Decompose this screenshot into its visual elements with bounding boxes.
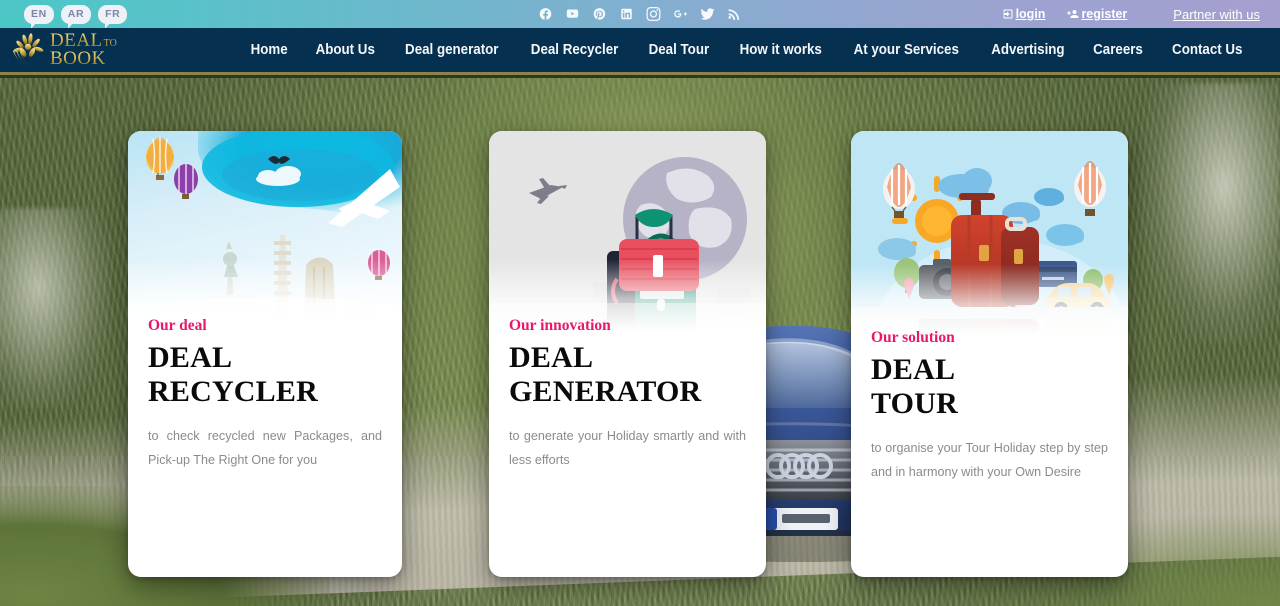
instagram-icon[interactable] xyxy=(646,7,661,21)
main-navigation-bar: DEAL TO BOOK Home About Us Deal generator… xyxy=(0,28,1280,75)
card-eyebrow: Our innovation xyxy=(509,317,611,334)
language-switcher: EN AR FR xyxy=(0,4,128,29)
card-description: to generate your Holiday smartly and wit… xyxy=(509,429,746,467)
lang-button-en[interactable]: EN xyxy=(24,4,54,29)
card-description: to organise your Tour Holiday step by st… xyxy=(871,441,1108,479)
top-utility-bar: EN AR FR login register Partner with us xyxy=(0,0,1280,29)
logo-wordmark: DEAL TO BOOK xyxy=(50,32,117,68)
card-title-line1: DEAL xyxy=(148,341,233,374)
card-eyebrow: Our deal xyxy=(148,317,207,334)
nav-item-deal-tour[interactable]: Deal Tour xyxy=(638,42,721,58)
feature-cards: Our deal DEAL RECYCLER to check recycled… xyxy=(0,78,1280,606)
nav-item-careers[interactable]: Careers xyxy=(1083,42,1155,58)
card-image-deal-recycler xyxy=(128,131,402,331)
page-root: EN AR FR login register Partner with us … xyxy=(0,0,1280,606)
nav-menu: Home About Us Deal generator Deal Recycl… xyxy=(237,42,1280,58)
facebook-icon[interactable] xyxy=(539,7,553,21)
card-image-deal-tour xyxy=(851,131,1128,336)
nav-item-deal-generator[interactable]: Deal generator xyxy=(394,42,510,58)
card-title: DEAL GENERATOR xyxy=(509,341,746,409)
social-links xyxy=(539,7,742,21)
card-title: DEAL TOUR xyxy=(871,353,1108,421)
card-body-deal-generator: Our innovation DEAL GENERATOR to generat… xyxy=(489,317,766,472)
card-deal-tour[interactable]: Our solution DEAL TOUR to organise your … xyxy=(851,131,1128,577)
card-title-line1: DEAL xyxy=(509,341,594,374)
nav-item-advertising[interactable]: Advertising xyxy=(980,42,1075,58)
logo-line2: BOOK xyxy=(50,49,117,68)
card-title-line2: GENERATOR xyxy=(509,375,702,409)
partner-with-us-link[interactable]: Partner with us xyxy=(1173,7,1260,22)
lang-button-ar[interactable]: AR xyxy=(60,4,92,29)
register-label: register xyxy=(1081,7,1128,21)
login-link[interactable]: login xyxy=(1002,7,1046,21)
register-link[interactable]: register xyxy=(1067,7,1127,21)
card-title-line1: DEAL xyxy=(871,353,956,386)
register-icon xyxy=(1067,10,1079,18)
card-title-line2: TOUR xyxy=(871,387,958,421)
site-logo[interactable]: DEAL TO BOOK xyxy=(0,30,117,70)
lotus-flower-logo-icon xyxy=(12,33,44,67)
login-icon xyxy=(1003,9,1013,19)
card-deal-generator[interactable]: Our innovation DEAL GENERATOR to generat… xyxy=(489,131,766,577)
login-label: login xyxy=(1015,7,1046,21)
card-title: DEAL RECYCLER xyxy=(148,341,382,409)
nav-item-deal-recycler[interactable]: Deal Recycler xyxy=(520,42,630,58)
googleplus-icon[interactable] xyxy=(674,7,688,21)
card-body-deal-recycler: Our deal DEAL RECYCLER to check recycled… xyxy=(128,317,402,472)
nav-item-about-us[interactable]: About Us xyxy=(304,42,385,58)
lang-button-fr[interactable]: FR xyxy=(98,4,128,29)
topbar-account-links: login register Partner with us xyxy=(1002,7,1280,22)
card-title-line2: RECYCLER xyxy=(148,375,318,409)
twitter-icon[interactable] xyxy=(700,7,715,21)
nav-item-contact-us[interactable]: Contact Us xyxy=(1161,42,1254,58)
card-body-deal-tour: Our solution DEAL TOUR to organise your … xyxy=(851,329,1128,484)
hero-section: Our deal DEAL RECYCLER to check recycled… xyxy=(0,78,1280,606)
card-eyebrow: Our solution xyxy=(871,329,955,346)
nav-item-at-your-services[interactable]: At your Services xyxy=(843,42,970,58)
rss-icon[interactable] xyxy=(728,7,742,21)
pinterest-icon[interactable] xyxy=(593,7,607,21)
card-description: to check recycled new Packages, and Pick… xyxy=(148,429,382,467)
linkedin-icon[interactable] xyxy=(620,7,634,21)
youtube-icon[interactable] xyxy=(566,7,580,21)
nav-item-home[interactable]: Home xyxy=(239,42,298,58)
card-deal-recycler[interactable]: Our deal DEAL RECYCLER to check recycled… xyxy=(128,131,402,577)
card-image-deal-generator xyxy=(489,131,766,331)
nav-item-how-it-works[interactable]: How it works xyxy=(728,42,832,58)
